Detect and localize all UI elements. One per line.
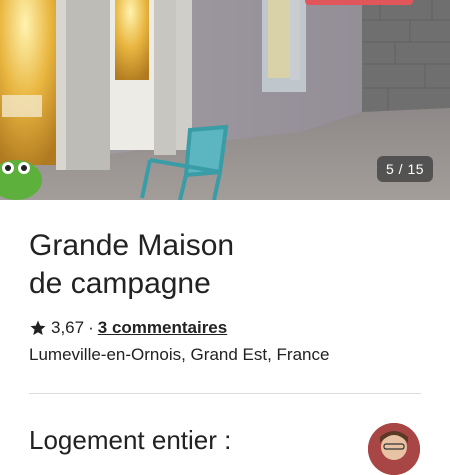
listing-title-line-2: de campagne	[29, 267, 211, 300]
listing-photo[interactable]: 5 / 15	[0, 0, 450, 200]
section-divider	[29, 393, 421, 394]
host-avatar[interactable]	[368, 423, 420, 475]
rating-separator: ·	[88, 318, 94, 337]
host-section-heading: Logement entier :	[29, 425, 232, 455]
rating-value: 3,67	[51, 318, 85, 337]
host-avatar-image	[368, 423, 420, 475]
listing-location: Lumeville-en-Ornois, Grand Est, France	[29, 345, 330, 364]
photo-counter: 5 / 15	[377, 156, 433, 182]
listing-title: Grande Maison de campagne	[29, 227, 329, 303]
reviews-link[interactable]: 3 commentaires	[98, 317, 227, 339]
rating-row: 3,67 · 3 commentaires	[29, 317, 227, 339]
listing-title-line-1: Grande Maison	[29, 229, 235, 262]
top-badge	[305, 0, 413, 5]
star-icon	[30, 320, 46, 335]
